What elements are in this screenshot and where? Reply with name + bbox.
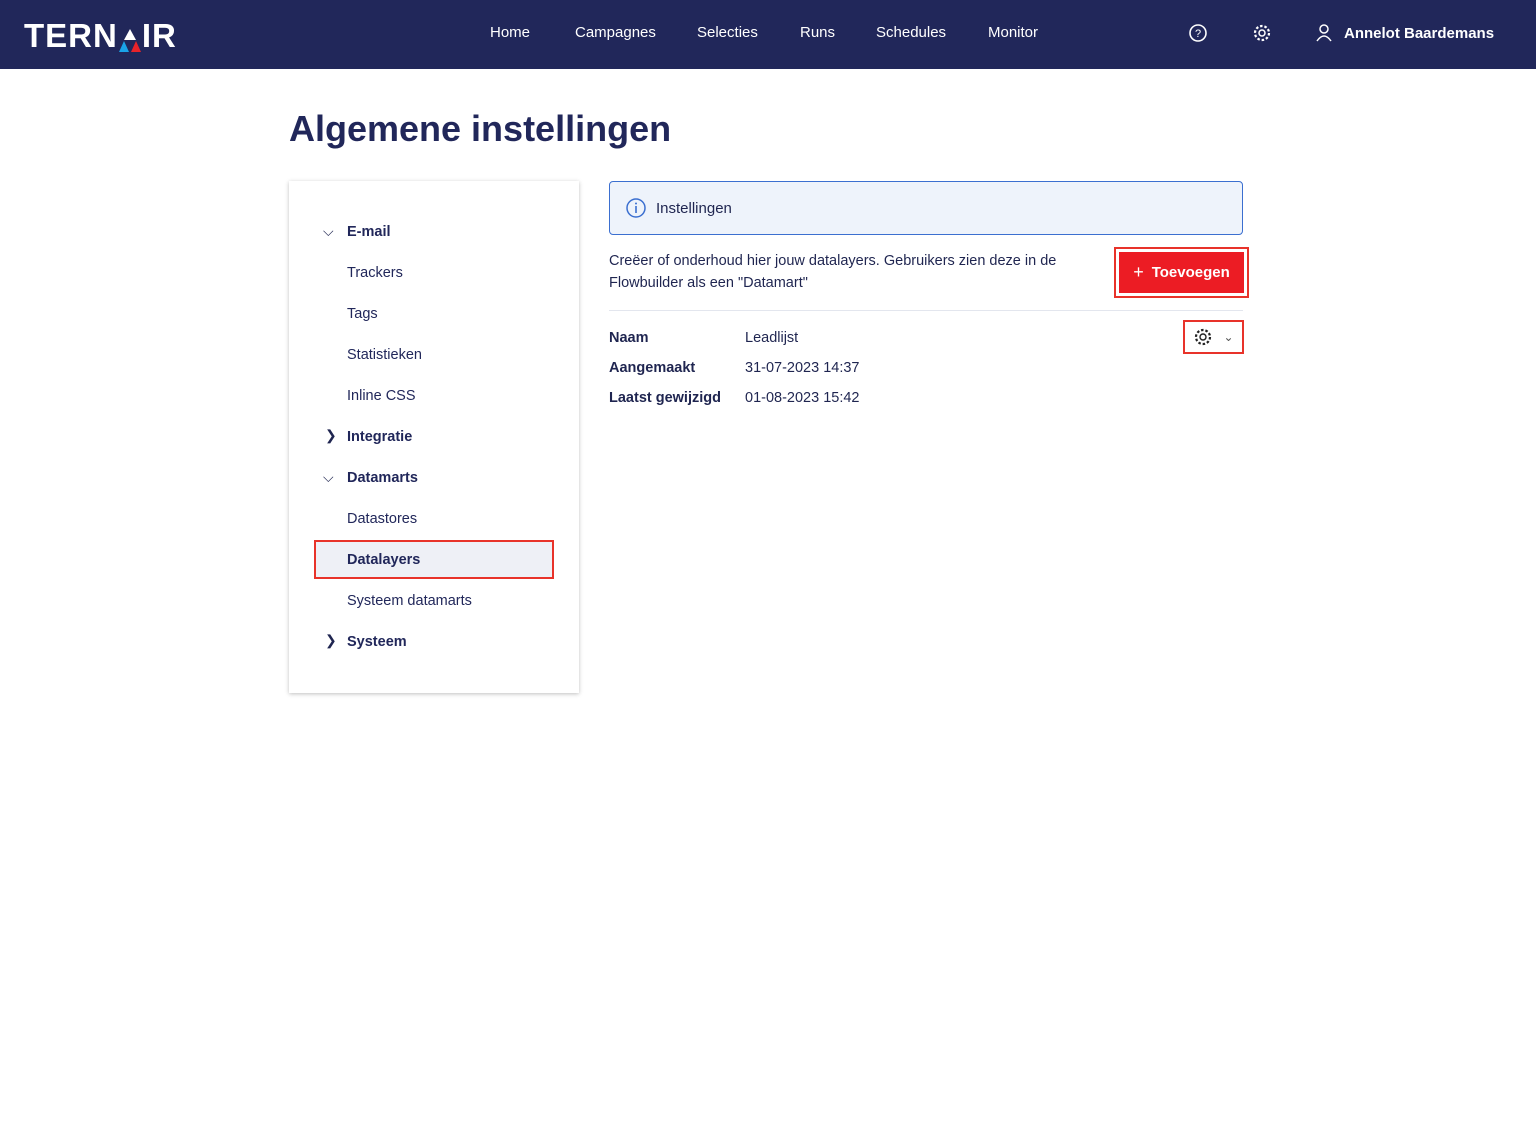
sidebar-item-trackers[interactable]: Trackers (347, 265, 403, 281)
detail-key: Naam (609, 330, 649, 346)
user-menu[interactable]: Annelot Baardemans (1316, 24, 1494, 42)
divider (609, 310, 1243, 311)
logo[interactable]: TERN IR (24, 17, 177, 55)
detail-value: 31-07-2023 14:37 (745, 360, 860, 376)
settings-sidebar: ⌵ E-mail Trackers Tags Statistieken Inli… (289, 181, 579, 693)
logo-triangles-icon (118, 23, 141, 52)
help-icon[interactable]: ? (1188, 22, 1208, 44)
detail-row: Laatst gewijzigd 01-08-2023 15:42 (609, 390, 860, 406)
sidebar-item-systeem-datamarts[interactable]: Systeem datamarts (347, 593, 472, 609)
sidebar-item-datalayers[interactable]: Datalayers (347, 552, 420, 568)
nav-runs[interactable]: Runs (800, 24, 835, 41)
sidebar-item-inline-css[interactable]: Inline CSS (347, 388, 416, 404)
detail-row: Aangemaakt 31-07-2023 14:37 (609, 360, 860, 376)
chevron-down-icon[interactable]: ⌵ (323, 469, 334, 486)
detail-key: Laatst gewijzigd (609, 390, 721, 406)
add-button-label: Toevoegen (1151, 264, 1230, 281)
sidebar-item-datastores[interactable]: Datastores (347, 511, 417, 527)
user-icon (1316, 24, 1332, 42)
nav-home[interactable]: Home (490, 24, 530, 41)
nav-monitor[interactable]: Monitor (988, 24, 1038, 41)
plus-icon: + (1133, 262, 1144, 282)
user-name: Annelot Baardemans (1344, 24, 1495, 42)
chevron-down-icon[interactable]: ⌵ (323, 223, 334, 240)
detail-value: Leadlijst (745, 330, 799, 346)
add-button-highlight: + Toevoegen (1114, 247, 1249, 298)
page-title: Algemene instellingen (289, 108, 672, 149)
description: Creëer of onderhoud hier jouw datalayers… (609, 253, 1057, 291)
nav-campagnes[interactable]: Campagnes (575, 24, 656, 41)
sidebar-group-integratie[interactable]: Integratie (347, 429, 412, 445)
add-button[interactable]: + Toevoegen (1119, 252, 1244, 293)
sidebar-group-datamarts[interactable]: Datamarts (347, 470, 418, 486)
info-icon (626, 198, 646, 218)
chevron-right-icon[interactable]: ❯ (325, 427, 337, 444)
chevron-right-icon[interactable]: ❯ (325, 632, 337, 649)
detail-key: Aangemaakt (609, 360, 696, 376)
nav-schedules[interactable]: Schedules (876, 24, 946, 41)
gear-icon (1195, 328, 1212, 346)
info-banner: Instellingen (609, 181, 1243, 235)
detail-value: 01-08-2023 15:42 (745, 390, 860, 406)
sidebar-group-email[interactable]: E-mail (347, 224, 391, 240)
sidebar-group-systeem[interactable]: Systeem (347, 634, 407, 650)
svg-text:?: ? (1195, 28, 1201, 40)
detail-row: Naam Leadlijst (609, 330, 798, 346)
settings-gear-icon[interactable] (1252, 22, 1272, 44)
top-navbar: TERN IR Home Campagnes Selecties Runs Sch… (0, 0, 1536, 69)
sidebar-item-tags[interactable]: Tags (347, 306, 378, 322)
sidebar-item-statistieken[interactable]: Statistieken (347, 347, 422, 363)
row-actions-dropdown[interactable]: ⌄ (1183, 320, 1244, 354)
chevron-down-icon: ⌄ (1223, 330, 1234, 344)
info-text: Instellingen (656, 199, 732, 217)
nav-selecties[interactable]: Selecties (697, 24, 758, 41)
